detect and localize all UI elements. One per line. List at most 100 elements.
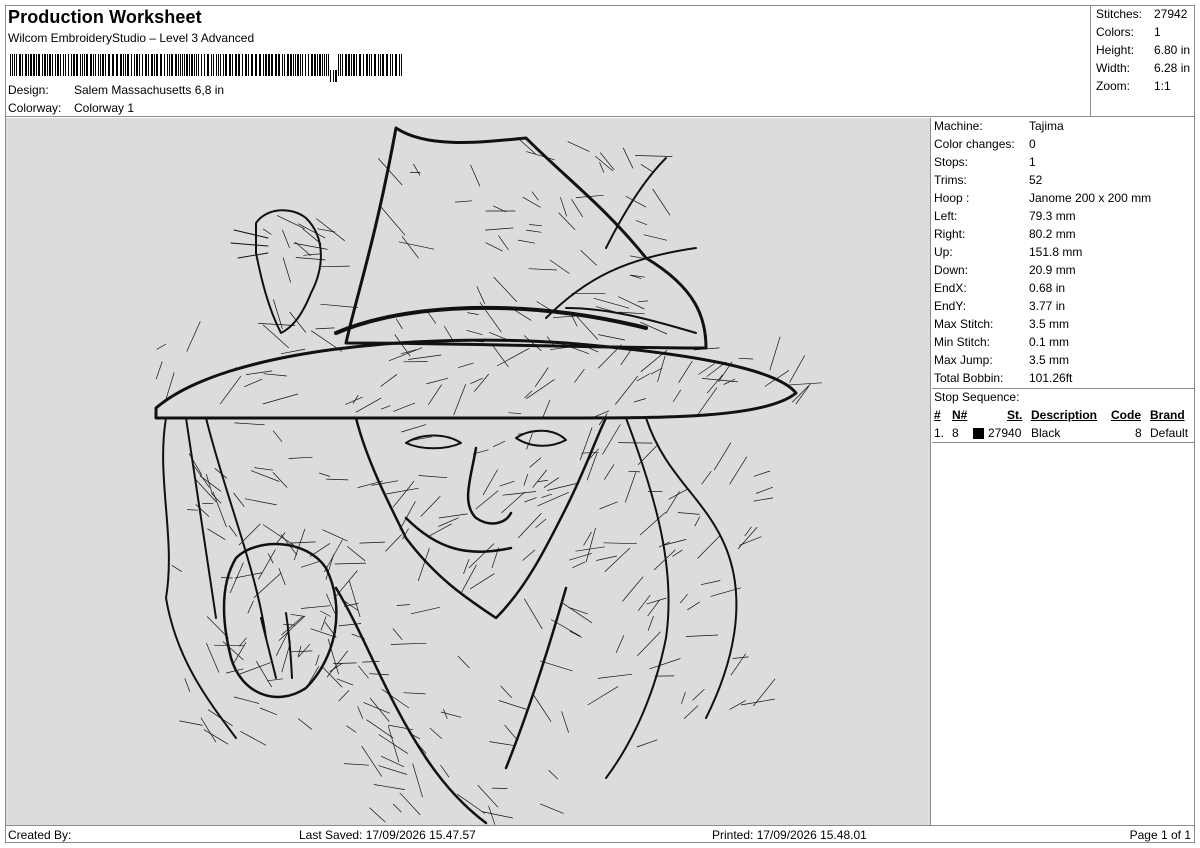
- stitch-hatch-line: [539, 660, 573, 672]
- width-value: 6.28 in: [1154, 61, 1191, 75]
- stitch-hatch-line: [401, 236, 419, 259]
- stitch-hatch-line: [171, 565, 182, 572]
- stitch-hatch-line: [393, 402, 416, 412]
- stitch-hatch-line: [696, 387, 718, 417]
- stitch-hatch-line: [244, 378, 263, 388]
- stitch-hatch-line: [457, 655, 470, 669]
- stitch-hatch-line: [395, 318, 403, 330]
- created-by: Created By:: [8, 828, 72, 842]
- stitch-hatch-line: [303, 253, 320, 256]
- stitch-hatch-line: [649, 658, 681, 670]
- stitch-hatch-line: [205, 642, 220, 673]
- max-stitch-value: 3.5 mm: [1029, 317, 1070, 331]
- stitch-hatch-line: [594, 155, 614, 172]
- info-right: Right: 80.2 mm: [932, 226, 1195, 244]
- row-num: 1.: [934, 426, 945, 440]
- stitch-hatch-line: [475, 490, 499, 510]
- stitch-hatch-line: [549, 259, 570, 274]
- stitch-hatch-line: [408, 354, 442, 360]
- stitch-hatch-line: [289, 541, 316, 544]
- width-label: Width:: [1096, 61, 1131, 75]
- stitch-hatch-line: [672, 389, 682, 403]
- stitch-hatch-line: [730, 653, 746, 676]
- stitch-hatch-line: [470, 377, 483, 385]
- stitch-hatch-line: [267, 678, 284, 682]
- stitch-hatch-line: [453, 384, 467, 416]
- stitch-hatch-line: [396, 604, 410, 606]
- stitch-hatch-line: [637, 443, 659, 466]
- stitch-hatch-line: [537, 491, 569, 507]
- machine-value: Tajima: [1029, 119, 1064, 133]
- stitch-hatch-line: [263, 373, 287, 377]
- stitch-hatch-line: [357, 706, 364, 719]
- stitch-hatch-line: [526, 379, 555, 399]
- stitch-hatch-line: [301, 605, 331, 609]
- stitch-hatch-line: [524, 390, 533, 399]
- endx-value: 0.68 in: [1029, 281, 1066, 295]
- stitch-hatch-line: [769, 336, 781, 371]
- stitch-hatch-line: [220, 375, 242, 405]
- stitch-hatch-line: [548, 769, 559, 780]
- info-stops: Stops: 1: [932, 154, 1195, 172]
- stitch-hatch-line: [501, 583, 526, 613]
- hat-brim-outline: [154, 338, 798, 420]
- min-stitch-label: Min Stitch:: [934, 335, 991, 349]
- height-value: 6.80 in: [1154, 43, 1191, 57]
- info-endx: EndX: 0.68 in: [932, 280, 1195, 298]
- stitch-hatch-line: [394, 334, 411, 357]
- stitch-hatch-line: [491, 343, 509, 368]
- stitch-hatch-line: [345, 396, 363, 405]
- info-endy: EndY: 3.77 in: [932, 298, 1195, 316]
- stitch-hatch-line: [440, 764, 450, 778]
- info-total-bobbin: Total Bobbin: 101.26ft: [932, 370, 1195, 388]
- stops-value: 1: [1029, 155, 1036, 169]
- stitch-hatch-line: [567, 141, 590, 152]
- stitch-hatch-line: [700, 580, 721, 586]
- stitch-hatch-line: [291, 650, 313, 653]
- stitch-hatch-line: [386, 487, 419, 495]
- summary-width: Width: 6.28 in: [1091, 60, 1195, 78]
- col-header-description: Description: [1031, 408, 1098, 422]
- color-changes-label: Color changes:: [934, 137, 1015, 151]
- stitch-hatch-line: [259, 707, 278, 716]
- stitch-hatch-line: [262, 324, 289, 349]
- cat-silhouette: [255, 209, 322, 334]
- stitch-hatch-line: [603, 464, 615, 480]
- stitch-hatch-line: [369, 807, 386, 823]
- stitch-hatch-line: [571, 199, 583, 218]
- stitch-hatch-line: [637, 300, 649, 303]
- stitch-hatch-line: [729, 700, 746, 710]
- stitch-hatch-line: [390, 642, 427, 645]
- worksheet-header: Production Worksheet Wilcom EmbroiderySt…: [5, 5, 1090, 117]
- up-value: 151.8 mm: [1029, 245, 1083, 259]
- stitch-hatch-line: [587, 686, 619, 706]
- stitch-hatch-line: [522, 196, 541, 208]
- stitch-hatch-line: [207, 528, 226, 540]
- stitch-hatch-line: [604, 547, 631, 573]
- col-header-stitches: St.: [1007, 408, 1023, 422]
- thread-color-swatch: [973, 428, 984, 439]
- design-label: Design:: [8, 83, 49, 97]
- stitch-hatch-line: [320, 303, 358, 308]
- stitch-hatch-line: [657, 355, 666, 383]
- stitch-hatch-line: [380, 206, 406, 236]
- stitch-hatch-line: [647, 599, 660, 617]
- info-trims: Trims: 52: [932, 172, 1195, 190]
- stitch-hatch-line: [599, 162, 605, 173]
- stitch-hatch-line: [581, 451, 599, 454]
- stitch-hatch-line: [297, 718, 312, 730]
- row-stitches: 27940: [988, 426, 1022, 440]
- stitch-hatch-line: [289, 311, 307, 333]
- stitch-hatch-line: [361, 745, 383, 777]
- stitch-hatch-line: [338, 623, 362, 627]
- machine-info-panel: Machine: Tajima Color changes: 0 Stops: 1 T…: [932, 118, 1195, 825]
- stitch-hatch-line: [399, 792, 421, 816]
- stitch-hatch-line: [262, 228, 272, 235]
- max-jump-value: 3.5 mm: [1029, 353, 1070, 367]
- stitch-hatch-line: [454, 200, 473, 203]
- stitch-hatch-line: [485, 242, 503, 252]
- stitch-hatch-line: [276, 215, 305, 230]
- stitch-hatch-line: [738, 536, 762, 546]
- info-hoop: Hoop : Janome 200 x 200 mm: [932, 190, 1195, 208]
- stitch-hatch-line: [326, 650, 348, 678]
